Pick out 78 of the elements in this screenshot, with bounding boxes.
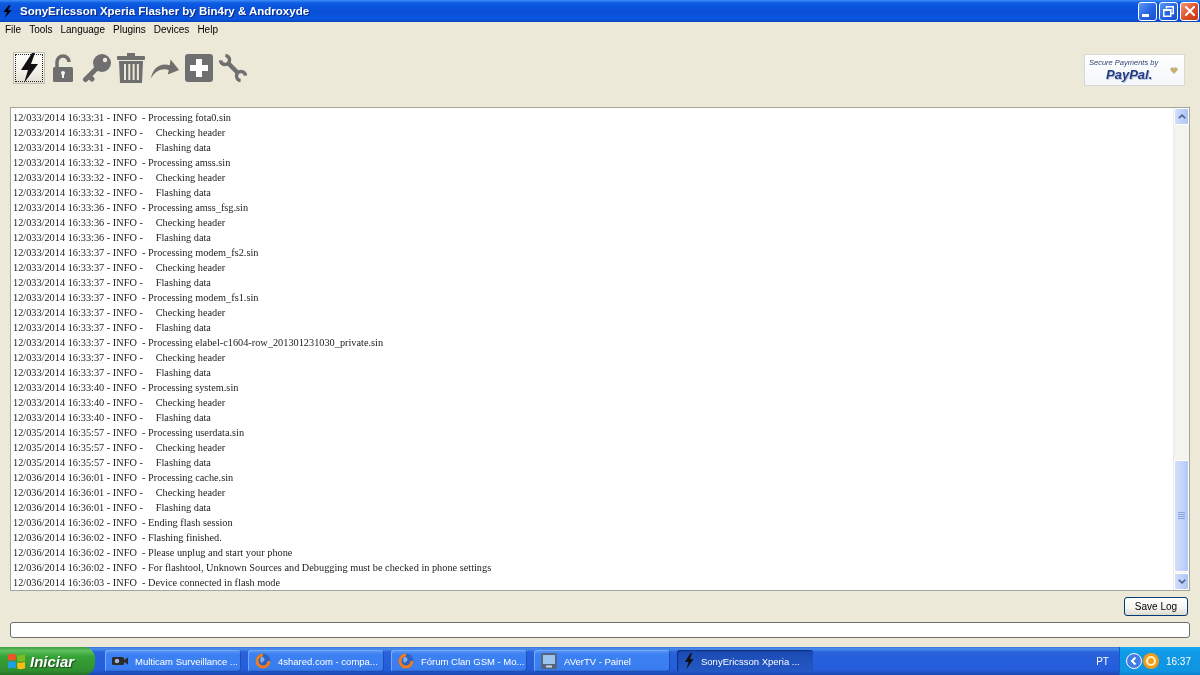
log-line: 12/033/2014 16:33:37 - INFO - Checking header [13,351,226,365]
log-line: 12/036/2014 16:36:01 - INFO - Processing cache.sin [13,471,234,485]
minimize-icon [1142,13,1149,17]
close-icon [1184,6,1195,16]
menu-item[interactable]: Tools [25,23,57,37]
lightning-icon [3,4,12,18]
log-line: 12/033/2014 16:33:40 - INFO - Flashing data [13,411,211,425]
plus-icon [185,54,213,82]
heart-icon [1170,67,1178,74]
menu-item[interactable]: Language [56,23,109,37]
badge-logo-text: PayPal. [1106,67,1153,82]
log-line: 12/035/2014 16:35:57 - INFO - Checking header [13,441,226,455]
flag-icon [8,652,25,670]
globe-icon [398,653,414,669]
menu-item[interactable]: Help [193,23,222,37]
restore-button[interactable] [1159,1,1178,21]
log-line: 12/036/2014 16:36:02 - INFO - Please unplug and start your phone [13,546,293,560]
log-line: 12/033/2014 16:33:37 - INFO - Processing modem_fs1.sin [13,291,259,305]
monitor-icon [541,653,557,669]
chevron-up-icon [1177,114,1186,119]
toolbar-button[interactable] [13,52,45,84]
ring-icon[interactable] [1142,653,1159,669]
log-line: 12/033/2014 16:33:37 - INFO - Checking header [13,306,226,320]
wrench-icon [218,53,248,83]
language-indicator[interactable]: PT [1096,655,1109,667]
log-line: 12/033/2014 16:33:37 - INFO - Processing elabel-c1604-row_201301231030_private.sin [13,336,384,350]
scroll-up-button[interactable] [1174,108,1189,125]
log-line: 12/035/2014 16:35:57 - INFO - Processing userdata.sin [13,426,245,440]
log-line: 12/033/2014 16:33:31 - INFO - Checking header [13,126,226,140]
taskbar-button[interactable]: Multicam Surveillance ... [105,650,241,672]
log-line: 12/033/2014 16:33:37 - INFO - Checking header [13,261,226,275]
log-line: 12/033/2014 16:33:36 - INFO - Processing amss_fsg.sin [13,201,249,215]
lightning-icon [684,653,694,669]
log-line: 12/036/2014 16:36:03 - INFO - Device connected in flash mode [13,576,281,590]
log-line: 12/033/2014 16:33:40 - INFO - Processing system.sin [13,381,239,395]
taskbar-button[interactable]: 4shared.com - compa... [248,650,384,672]
scroll-thumb[interactable] [1174,460,1189,572]
log-line: 12/033/2014 16:33:32 - INFO - Checking header [13,171,226,185]
log-line: 12/036/2014 16:36:02 - INFO - For flashtool, Unknown Sources and Debugging must be checked in phone settings [13,561,492,575]
log-line: 12/033/2014 16:33:32 - INFO - Processing amss.sin [13,156,231,170]
clock: 16:37 [1165,655,1191,667]
log-line: 12/033/2014 16:33:37 - INFO - Flashing data [13,321,211,335]
minimize-button[interactable] [1138,1,1157,21]
save-log-button[interactable]: Save Log [1124,597,1188,616]
restore-icon [1163,5,1174,17]
menu-item[interactable]: Devices [149,23,194,37]
log-line: 12/033/2014 16:33:37 - INFO - Flashing data [13,276,211,290]
key-icon [82,53,112,83]
taskbar-button[interactable]: Fórum Clan GSM - Mo... [391,650,527,672]
lightning-icon [19,53,39,83]
window-title: SonyEricsson Xperia Flasher by Bin4ry & Androxyde [20,5,310,17]
taskbar-button[interactable]: SonyEricsson Xperia ... [677,650,813,672]
globe-icon [255,653,271,669]
log-line: 12/036/2014 16:36:02 - INFO - Ending flash session [13,516,233,530]
chevron-icon[interactable] [1125,653,1142,669]
log-line: 12/033/2014 16:33:31 - INFO - Flashing data [13,141,211,155]
log-line: 12/033/2014 16:33:37 - INFO - Flashing data [13,366,211,380]
menu-item[interactable]: Plugins [109,23,150,37]
trash-icon [117,53,145,83]
log-line: 12/033/2014 16:33:37 - INFO - Processing modem_fs2.sin [13,246,259,260]
log-line: 12/036/2014 16:36:01 - INFO - Checking header [13,486,226,500]
log-line: 12/033/2014 16:33:40 - INFO - Checking header [13,396,226,410]
camera-icon [112,655,128,667]
log-line: 12/033/2014 16:33:31 - INFO - Processing fota0.sin [13,111,231,125]
menu-item[interactable]: File [1,23,26,37]
log-line: 12/035/2014 16:35:57 - INFO - Flashing data [13,456,211,470]
log-line: 12/033/2014 16:33:32 - INFO - Flashing data [13,186,211,200]
log-line: 12/033/2014 16:33:36 - INFO - Checking header [13,216,226,230]
log-line: 12/036/2014 16:36:02 - INFO - Flashing finished. [13,531,222,545]
scroll-down-button[interactable] [1174,573,1189,590]
chevron-down-icon [1177,579,1186,584]
taskbar-button[interactable]: AVerTV - Painel [534,650,670,672]
log-line: 12/036/2014 16:36:01 - INFO - Flashing data [13,501,211,515]
padlock-icon [52,54,74,82]
close-button[interactable] [1180,1,1199,21]
start-button[interactable]: Iniciar [0,647,95,675]
log-line: 12/033/2014 16:33:36 - INFO - Flashing data [13,231,211,245]
scrollbar[interactable] [1173,108,1189,590]
